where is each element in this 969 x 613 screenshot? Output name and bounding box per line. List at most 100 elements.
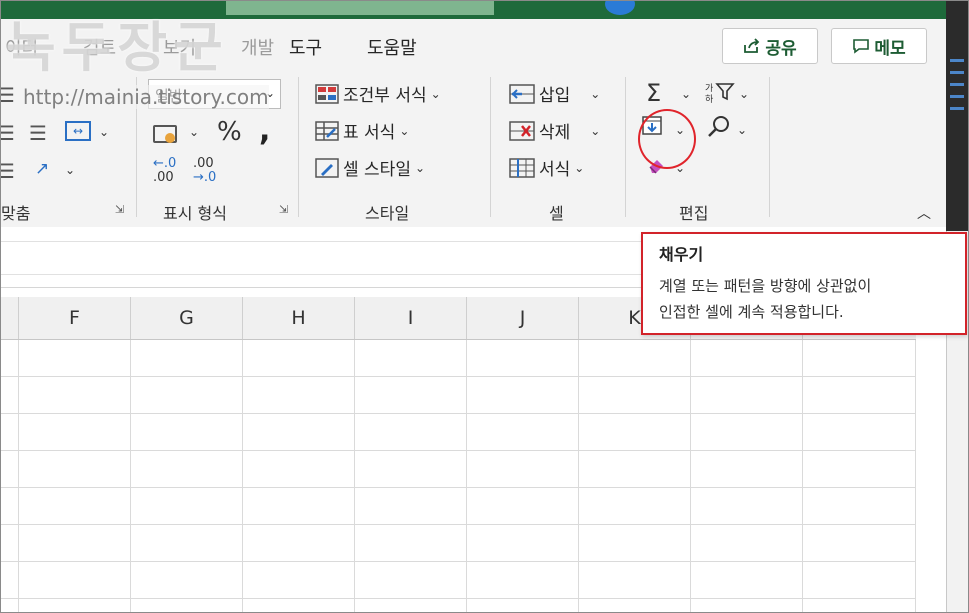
column-header-h[interactable]: H <box>242 297 354 339</box>
chevron-down-icon: ⌄ <box>590 86 601 101</box>
grid-line <box>1 450 916 451</box>
panel-mark <box>950 107 964 110</box>
cell-style-icon <box>315 157 339 178</box>
chevron-down-icon[interactable]: ⌄ <box>65 163 75 177</box>
grid-line <box>130 340 131 612</box>
grid-line <box>1 376 916 377</box>
sort-filter-button[interactable]: 가하 <box>705 81 737 107</box>
merge-center-icon[interactable]: ↔ <box>65 121 91 141</box>
panel-mark <box>950 95 964 98</box>
chevron-down-icon[interactable]: ⌄ <box>99 125 109 139</box>
tab-help[interactable]: 도움말 <box>367 34 417 60</box>
find-select-button[interactable] <box>707 115 733 143</box>
sort-filter-icon: 가하 <box>705 83 735 105</box>
format-icon <box>509 157 535 178</box>
fill-tooltip: 채우기 계열 또는 패턴을 방향에 상관없이 인접한 셀에 계속 적용합니다. <box>641 232 967 335</box>
styles-group-label: 스타일 <box>365 204 410 223</box>
watermark-url: http://mainia.tistory.com <box>23 85 269 109</box>
panel-mark <box>950 59 964 62</box>
cell-styles-button[interactable]: 셀 스타일 ⌄ <box>315 155 425 180</box>
chevron-down-icon[interactable]: ⌄ <box>737 123 747 137</box>
share-button[interactable]: 공유 <box>722 28 818 64</box>
dialog-launcher-icon[interactable]: ⇲ <box>115 203 124 216</box>
memo-button[interactable]: 메모 <box>831 28 927 64</box>
indent-icon[interactable]: ☰ <box>1 159 15 183</box>
column-header-i[interactable]: I <box>354 297 466 339</box>
text-orientation-icon[interactable]: ↗ <box>35 159 49 179</box>
memo-label: 메모 <box>874 38 906 59</box>
collapse-ribbon-icon[interactable]: ︿ <box>917 203 931 223</box>
tooltip-description-line1: 계열 또는 패턴을 방향에 상관없이 <box>659 277 872 295</box>
insert-cells-button[interactable]: 삽입 ⌄ <box>509 81 600 106</box>
chevron-down-icon: ⌄ <box>414 160 426 175</box>
grid-line <box>1 561 916 562</box>
group-separator <box>769 77 770 217</box>
share-label: 공유 <box>765 38 797 59</box>
table-icon <box>315 120 339 141</box>
increase-decimal-line2: .00 <box>153 170 174 185</box>
delete-cells-button[interactable]: 삭제 ⌄ <box>509 118 600 143</box>
number-group-label: 표시 형식 <box>163 204 227 223</box>
align-left-icon[interactable]: ☰ <box>1 121 15 145</box>
align-center-icon[interactable]: ☰ <box>29 121 47 145</box>
conditional-format-icon <box>315 83 339 104</box>
search-icon <box>708 116 729 137</box>
increase-decimal-button[interactable]: ←.0 .00 <box>153 157 176 185</box>
format-as-table-button[interactable]: 표 서식 ⌄ <box>315 118 409 143</box>
decrease-decimal-line2: →.0 <box>193 170 217 185</box>
column-header-f[interactable]: F <box>18 297 130 339</box>
chevron-down-icon: ⌄ <box>399 123 410 138</box>
chevron-down-icon: ⌄ <box>574 160 585 175</box>
group-separator <box>490 77 491 217</box>
autosum-icon[interactable]: Σ <box>646 79 661 107</box>
excel-window: 이터 검토 보기 개발 도구 도움말 공유 메모 ☰ ☰ ☰ ↔ ⌄ ☰ ↗ ⌄… <box>0 0 969 613</box>
chevron-down-icon[interactable]: ⌄ <box>739 87 749 101</box>
grid-line <box>578 340 579 612</box>
svg-text:하: 하 <box>705 94 714 103</box>
comment-icon <box>853 39 870 54</box>
grid-line <box>690 340 691 612</box>
grid-line <box>1 598 916 599</box>
format-cells-button[interactable]: 서식 ⌄ <box>509 155 584 180</box>
column-header-j[interactable]: J <box>466 297 578 339</box>
percent-button[interactable]: % <box>217 117 242 147</box>
watermark: 녹두장군 http://mainia.tistory.com <box>1 1 286 121</box>
chevron-down-icon: ⌄ <box>430 86 441 101</box>
highlight-circle <box>638 109 696 169</box>
share-icon <box>744 38 760 53</box>
cells-group-label: 셀 <box>549 204 564 223</box>
grid-line <box>802 340 803 612</box>
group-separator <box>298 77 299 217</box>
tab-tools[interactable]: 도구 <box>289 34 322 60</box>
delete-icon <box>509 120 535 141</box>
watermark-title: 녹두장군 <box>6 16 229 79</box>
chevron-down-icon[interactable]: ⌄ <box>681 87 691 101</box>
grid-line <box>1 524 916 525</box>
format-label: 서식 <box>539 160 571 180</box>
delete-label: 삭제 <box>539 123 571 143</box>
panel-mark <box>950 71 964 74</box>
chevron-down-icon: ⌄ <box>590 123 601 138</box>
panel-mark <box>950 83 964 86</box>
account-avatar[interactable] <box>605 1 635 15</box>
insert-label: 삽입 <box>539 86 571 106</box>
currency-icon[interactable] <box>153 125 177 143</box>
grid-line <box>18 340 19 612</box>
conditional-format-label: 조건부 서식 <box>343 86 427 106</box>
column-header-g[interactable]: G <box>130 297 242 339</box>
grid-line <box>1 487 916 488</box>
grid-line <box>242 340 243 612</box>
decrease-decimal-button[interactable]: .00 →.0 <box>193 157 216 185</box>
tooltip-description-line2: 인접한 셀에 계속 적용합니다. <box>659 303 844 321</box>
dialog-launcher-icon[interactable]: ⇲ <box>279 203 288 216</box>
group-separator <box>625 77 626 217</box>
cell-grid[interactable] <box>1 340 916 612</box>
chevron-down-icon[interactable]: ⌄ <box>189 125 199 139</box>
insert-icon <box>509 83 535 104</box>
svg-text:가: 가 <box>705 83 713 94</box>
conditional-format-button[interactable]: 조건부 서식 ⌄ <box>315 81 441 106</box>
editing-group-label: 편집 <box>679 204 709 223</box>
alignment-group-label: 맞춤 <box>1 204 31 223</box>
grid-line <box>1 413 916 414</box>
decrease-decimal-line1: .00 <box>193 156 214 171</box>
